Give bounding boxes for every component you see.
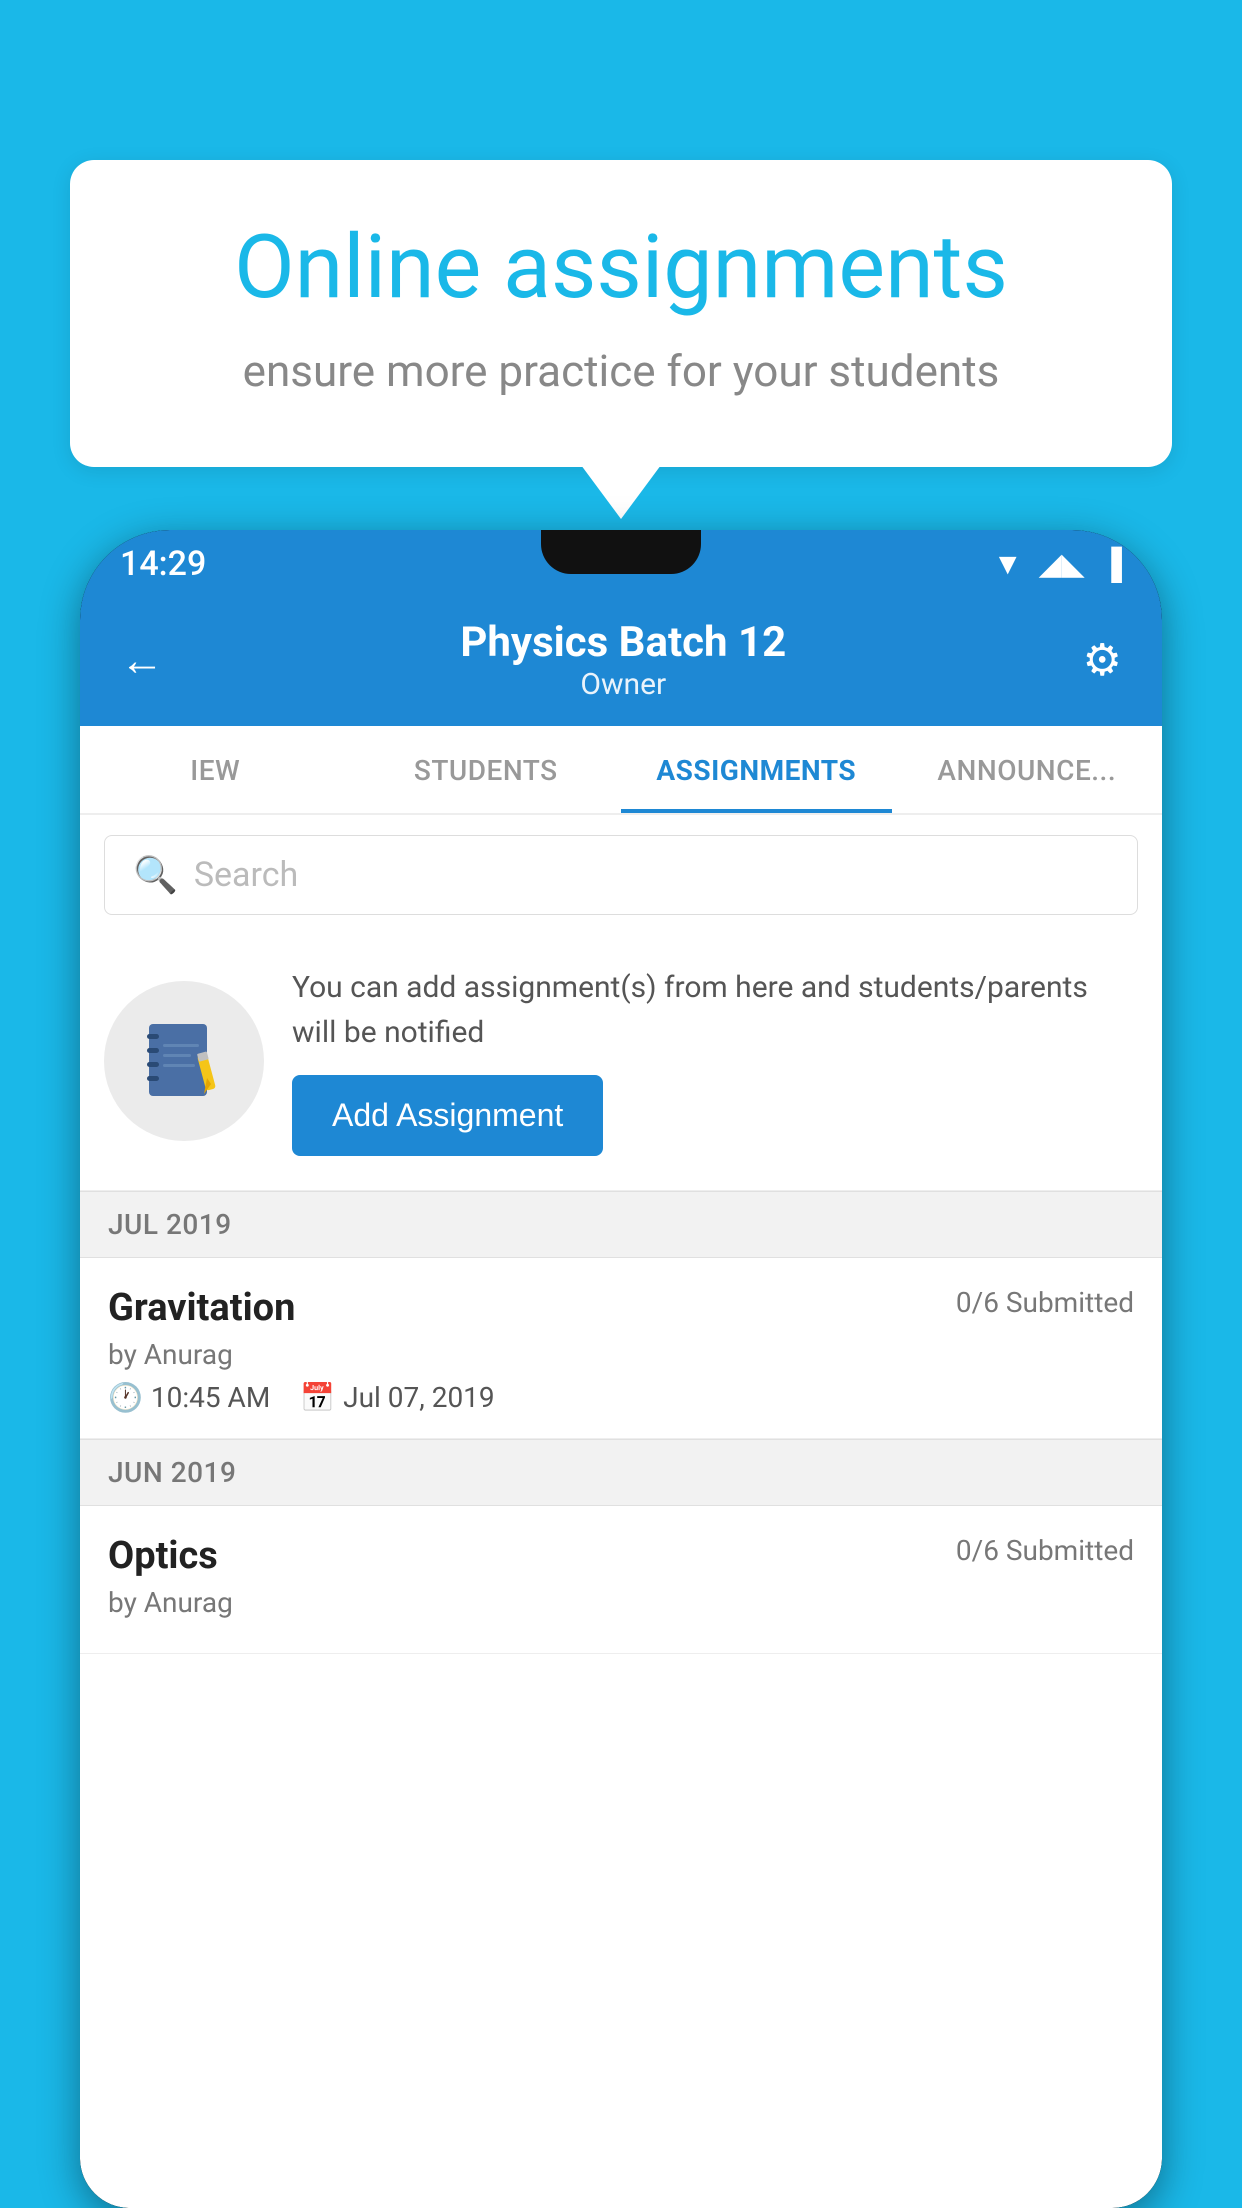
assignment-submitted-optics: 0/6 Submitted	[956, 1534, 1134, 1567]
assignment-time: 🕐 10:45 AM	[108, 1381, 270, 1414]
speech-bubble-container: Online assignments ensure more practice …	[70, 160, 1172, 467]
assignment-header-optics: Optics 0/6 Submitted	[108, 1534, 1134, 1578]
search-icon: 🔍	[133, 854, 178, 896]
wifi-icon: ▼	[993, 547, 1023, 582]
time-value: 10:45 AM	[151, 1381, 270, 1414]
clock-icon: 🕐	[108, 1381, 143, 1414]
battery-icon: ▐	[1101, 547, 1122, 582]
speech-subtitle: ensure more practice for your students	[150, 345, 1092, 397]
assignment-title: Gravitation	[108, 1286, 295, 1330]
search-container: 🔍 Search	[80, 815, 1162, 935]
add-assignment-right: You can add assignment(s) from here and …	[292, 965, 1138, 1156]
settings-icon[interactable]: ⚙	[1083, 634, 1122, 686]
back-button[interactable]: ←	[120, 634, 164, 686]
status-time: 14:29	[120, 544, 206, 584]
header-center: Physics Batch 12 Owner	[460, 618, 786, 702]
assignment-meta: 🕐 10:45 AM 📅 Jul 07, 2019	[108, 1381, 1134, 1414]
month-separator-jun: JUN 2019	[80, 1439, 1162, 1506]
screen-body: 🔍 Search	[80, 815, 1162, 2208]
add-assignment-section: You can add assignment(s) from here and …	[80, 935, 1162, 1191]
header-subtitle: Owner	[460, 667, 786, 702]
speech-title: Online assignments	[150, 220, 1092, 317]
tab-assignments[interactable]: ASSIGNMENTS	[621, 726, 892, 813]
add-assignment-description: You can add assignment(s) from here and …	[292, 965, 1138, 1055]
assignment-date: 📅 Jul 07, 2019	[300, 1381, 494, 1414]
tab-announcements[interactable]: ANNOUNCE...	[892, 726, 1163, 813]
phone-frame: 14:29 ▼ ◢◣ ▐ ← Physics Batch 12 Owner ⚙ …	[80, 530, 1162, 2208]
add-assignment-button[interactable]: Add Assignment	[292, 1075, 603, 1156]
app-header: ← Physics Batch 12 Owner ⚙	[80, 598, 1162, 726]
page-title: Physics Batch 12	[460, 618, 786, 667]
assignment-by-optics: by Anurag	[108, 1586, 1134, 1619]
assignment-submitted: 0/6 Submitted	[956, 1286, 1134, 1319]
assignment-item-optics[interactable]: Optics 0/6 Submitted by Anurag	[80, 1506, 1162, 1654]
status-icons: ▼ ◢◣ ▐	[993, 547, 1122, 582]
phone-notch	[541, 530, 701, 574]
tab-iew[interactable]: IEW	[80, 726, 351, 813]
tab-students[interactable]: STUDENTS	[351, 726, 622, 813]
notebook-icon-circle	[104, 981, 264, 1141]
assignment-item-gravitation[interactable]: Gravitation 0/6 Submitted by Anurag 🕐 10…	[80, 1258, 1162, 1439]
speech-bubble: Online assignments ensure more practice …	[70, 160, 1172, 467]
tabs-bar: IEW STUDENTS ASSIGNMENTS ANNOUNCE...	[80, 726, 1162, 815]
notebook-icon	[139, 1016, 229, 1106]
assignment-by: by Anurag	[108, 1338, 1134, 1371]
assignment-title-optics: Optics	[108, 1534, 218, 1578]
search-bar[interactable]: 🔍 Search	[104, 835, 1138, 915]
signal-icon: ◢◣	[1039, 547, 1085, 582]
phone-screen: 14:29 ▼ ◢◣ ▐ ← Physics Batch 12 Owner ⚙ …	[80, 530, 1162, 2208]
assignment-header: Gravitation 0/6 Submitted	[108, 1286, 1134, 1330]
date-value: Jul 07, 2019	[343, 1381, 495, 1414]
calendar-icon: 📅	[300, 1381, 335, 1414]
month-separator-jul: JUL 2019	[80, 1191, 1162, 1258]
search-placeholder: Search	[194, 855, 298, 895]
